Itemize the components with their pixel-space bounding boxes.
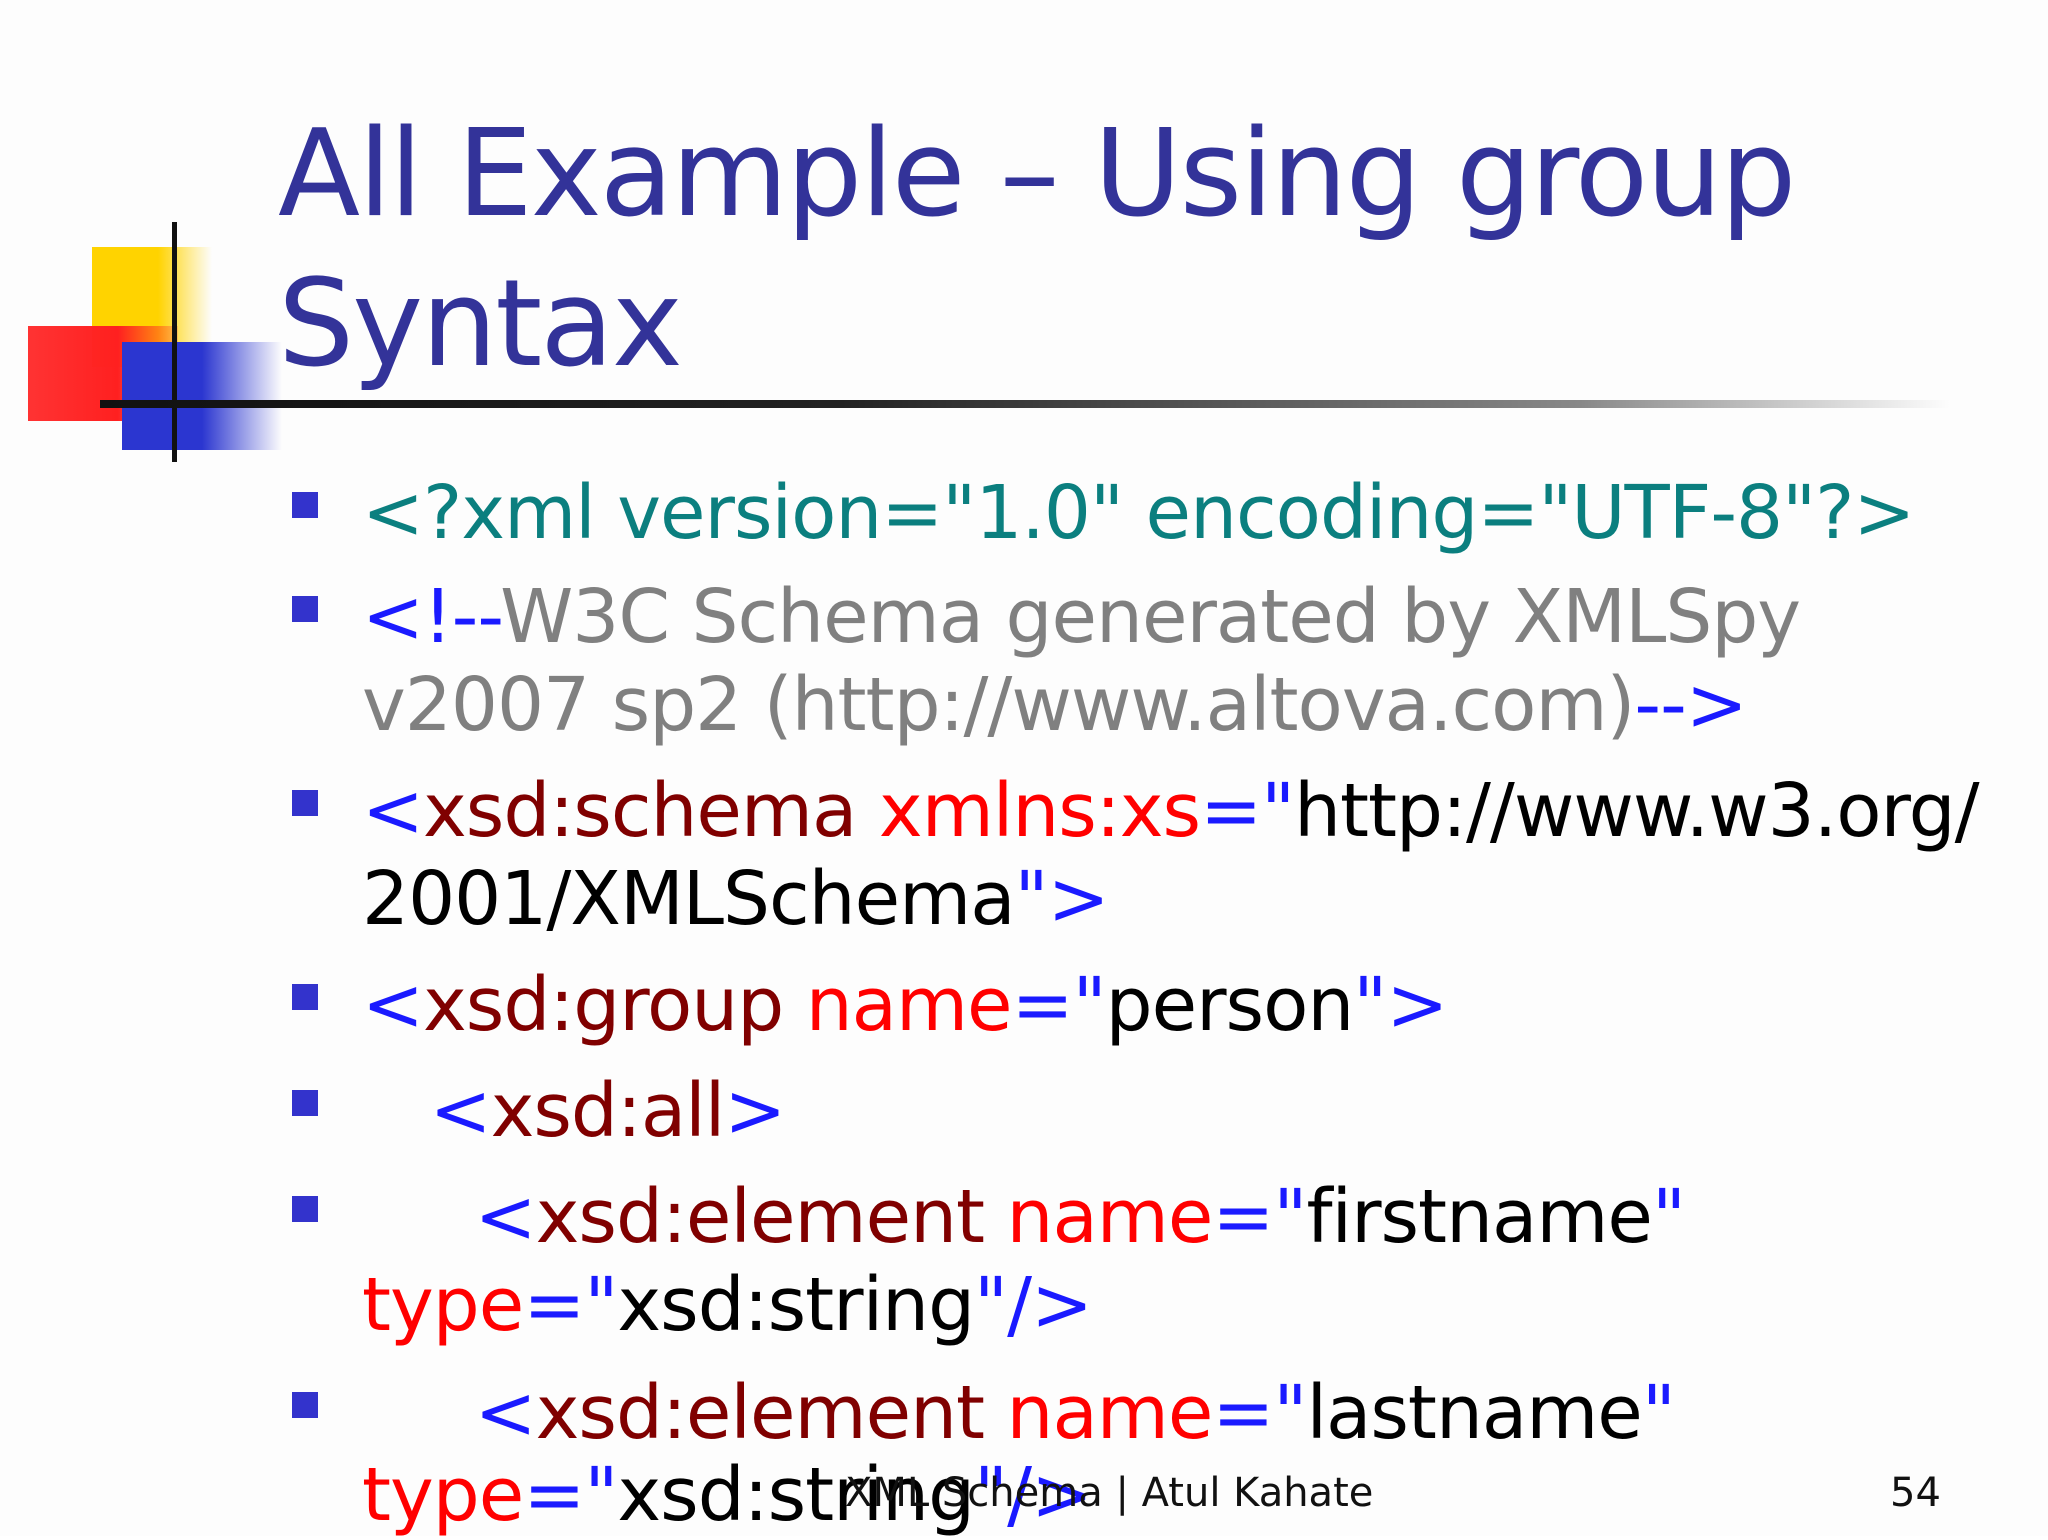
bullet-square-icon: [292, 1196, 318, 1222]
attribute-quote: ": [1651, 1174, 1686, 1260]
tag-close: ">: [1353, 962, 1448, 1048]
tag-bracket: <: [362, 1174, 537, 1260]
attribute-value: person: [1105, 962, 1355, 1048]
attribute-quote: ": [1641, 1370, 1676, 1456]
xml-declaration: <?xml version="1.0" encoding="UTF-8"?>: [362, 470, 1915, 556]
tag-name: xsd:schema: [423, 768, 857, 854]
bullet-square-icon: [292, 492, 318, 518]
slide: All Example – Using group Syntax <?xml v…: [0, 0, 2048, 1538]
code-line-continued: type="xsd:string"/>: [362, 1260, 1093, 1350]
bullet-square-icon: [292, 790, 318, 816]
tag-bracket: <: [362, 1068, 492, 1154]
comment-text: v2007 sp2 (http://www.altova.com): [362, 662, 1635, 748]
code-line: <xsd:group name="person">: [362, 960, 1448, 1050]
attribute-name: type: [362, 1262, 524, 1348]
tag-close: >: [724, 1068, 786, 1154]
attribute-name: name: [783, 962, 1013, 1048]
code-line: <xsd:element name="firstname": [362, 1172, 1686, 1262]
code-line-continued: 2001/XMLSchema">: [362, 854, 1110, 944]
code-line: <xsd:element name="lastname": [362, 1368, 1676, 1458]
attribute-equals: =": [1212, 1370, 1307, 1456]
tag-close: ">: [1014, 856, 1110, 942]
attribute-equals: =": [1212, 1174, 1307, 1260]
tag-bracket: <: [362, 962, 424, 1048]
tag-name: xsd:group: [423, 962, 784, 1048]
tag-bracket: <: [362, 768, 424, 854]
attribute-name: name: [984, 1370, 1214, 1456]
tag-name: xsd:all: [490, 1068, 726, 1154]
attribute-equals: =": [523, 1262, 618, 1348]
slide-body: <?xml version="1.0" encoding="UTF-8"?> <…: [0, 0, 2048, 1538]
attribute-value: 2001/XMLSchema: [362, 856, 1016, 942]
tag-bracket: <: [362, 1370, 537, 1456]
footer-text: XML Schema | Atul Kahate: [845, 1470, 1374, 1516]
attribute-equals: =": [523, 1452, 618, 1538]
attribute-value: xsd:string: [617, 1262, 975, 1348]
comment-text: W3C Schema generated by XMLSpy: [500, 574, 1801, 660]
tag-name: xsd:element: [535, 1370, 985, 1456]
tag-close: "/>: [974, 1262, 1093, 1348]
code-line-continued: v2007 sp2 (http://www.altova.com)-->: [362, 660, 1748, 750]
attribute-name: name: [984, 1174, 1214, 1260]
code-line: <?xml version="1.0" encoding="UTF-8"?>: [362, 468, 1915, 558]
code-line: <xsd:all>: [362, 1066, 787, 1156]
attribute-name: xmlns:xs: [856, 768, 1201, 854]
attribute-value: lastname: [1306, 1370, 1642, 1456]
bullet-square-icon: [292, 1392, 318, 1418]
attribute-name: type: [362, 1452, 524, 1538]
code-line: <!--W3C Schema generated by XMLSpy: [362, 572, 1801, 662]
attribute-value: http://www.w3.org/: [1294, 768, 1979, 854]
comment-close: -->: [1634, 662, 1747, 748]
tag-name: xsd:element: [535, 1174, 985, 1260]
attribute-equals: =": [1011, 962, 1107, 1048]
bullet-square-icon: [292, 984, 318, 1010]
bullet-square-icon: [292, 596, 318, 622]
attribute-value: firstname: [1306, 1174, 1652, 1260]
bullet-square-icon: [292, 1090, 318, 1116]
code-line: <xsd:schema xmlns:xs="http://www.w3.org/: [362, 766, 1980, 856]
attribute-equals: =": [1200, 768, 1295, 854]
comment-open: <!--: [362, 574, 501, 660]
page-number: 54: [1890, 1470, 1941, 1516]
